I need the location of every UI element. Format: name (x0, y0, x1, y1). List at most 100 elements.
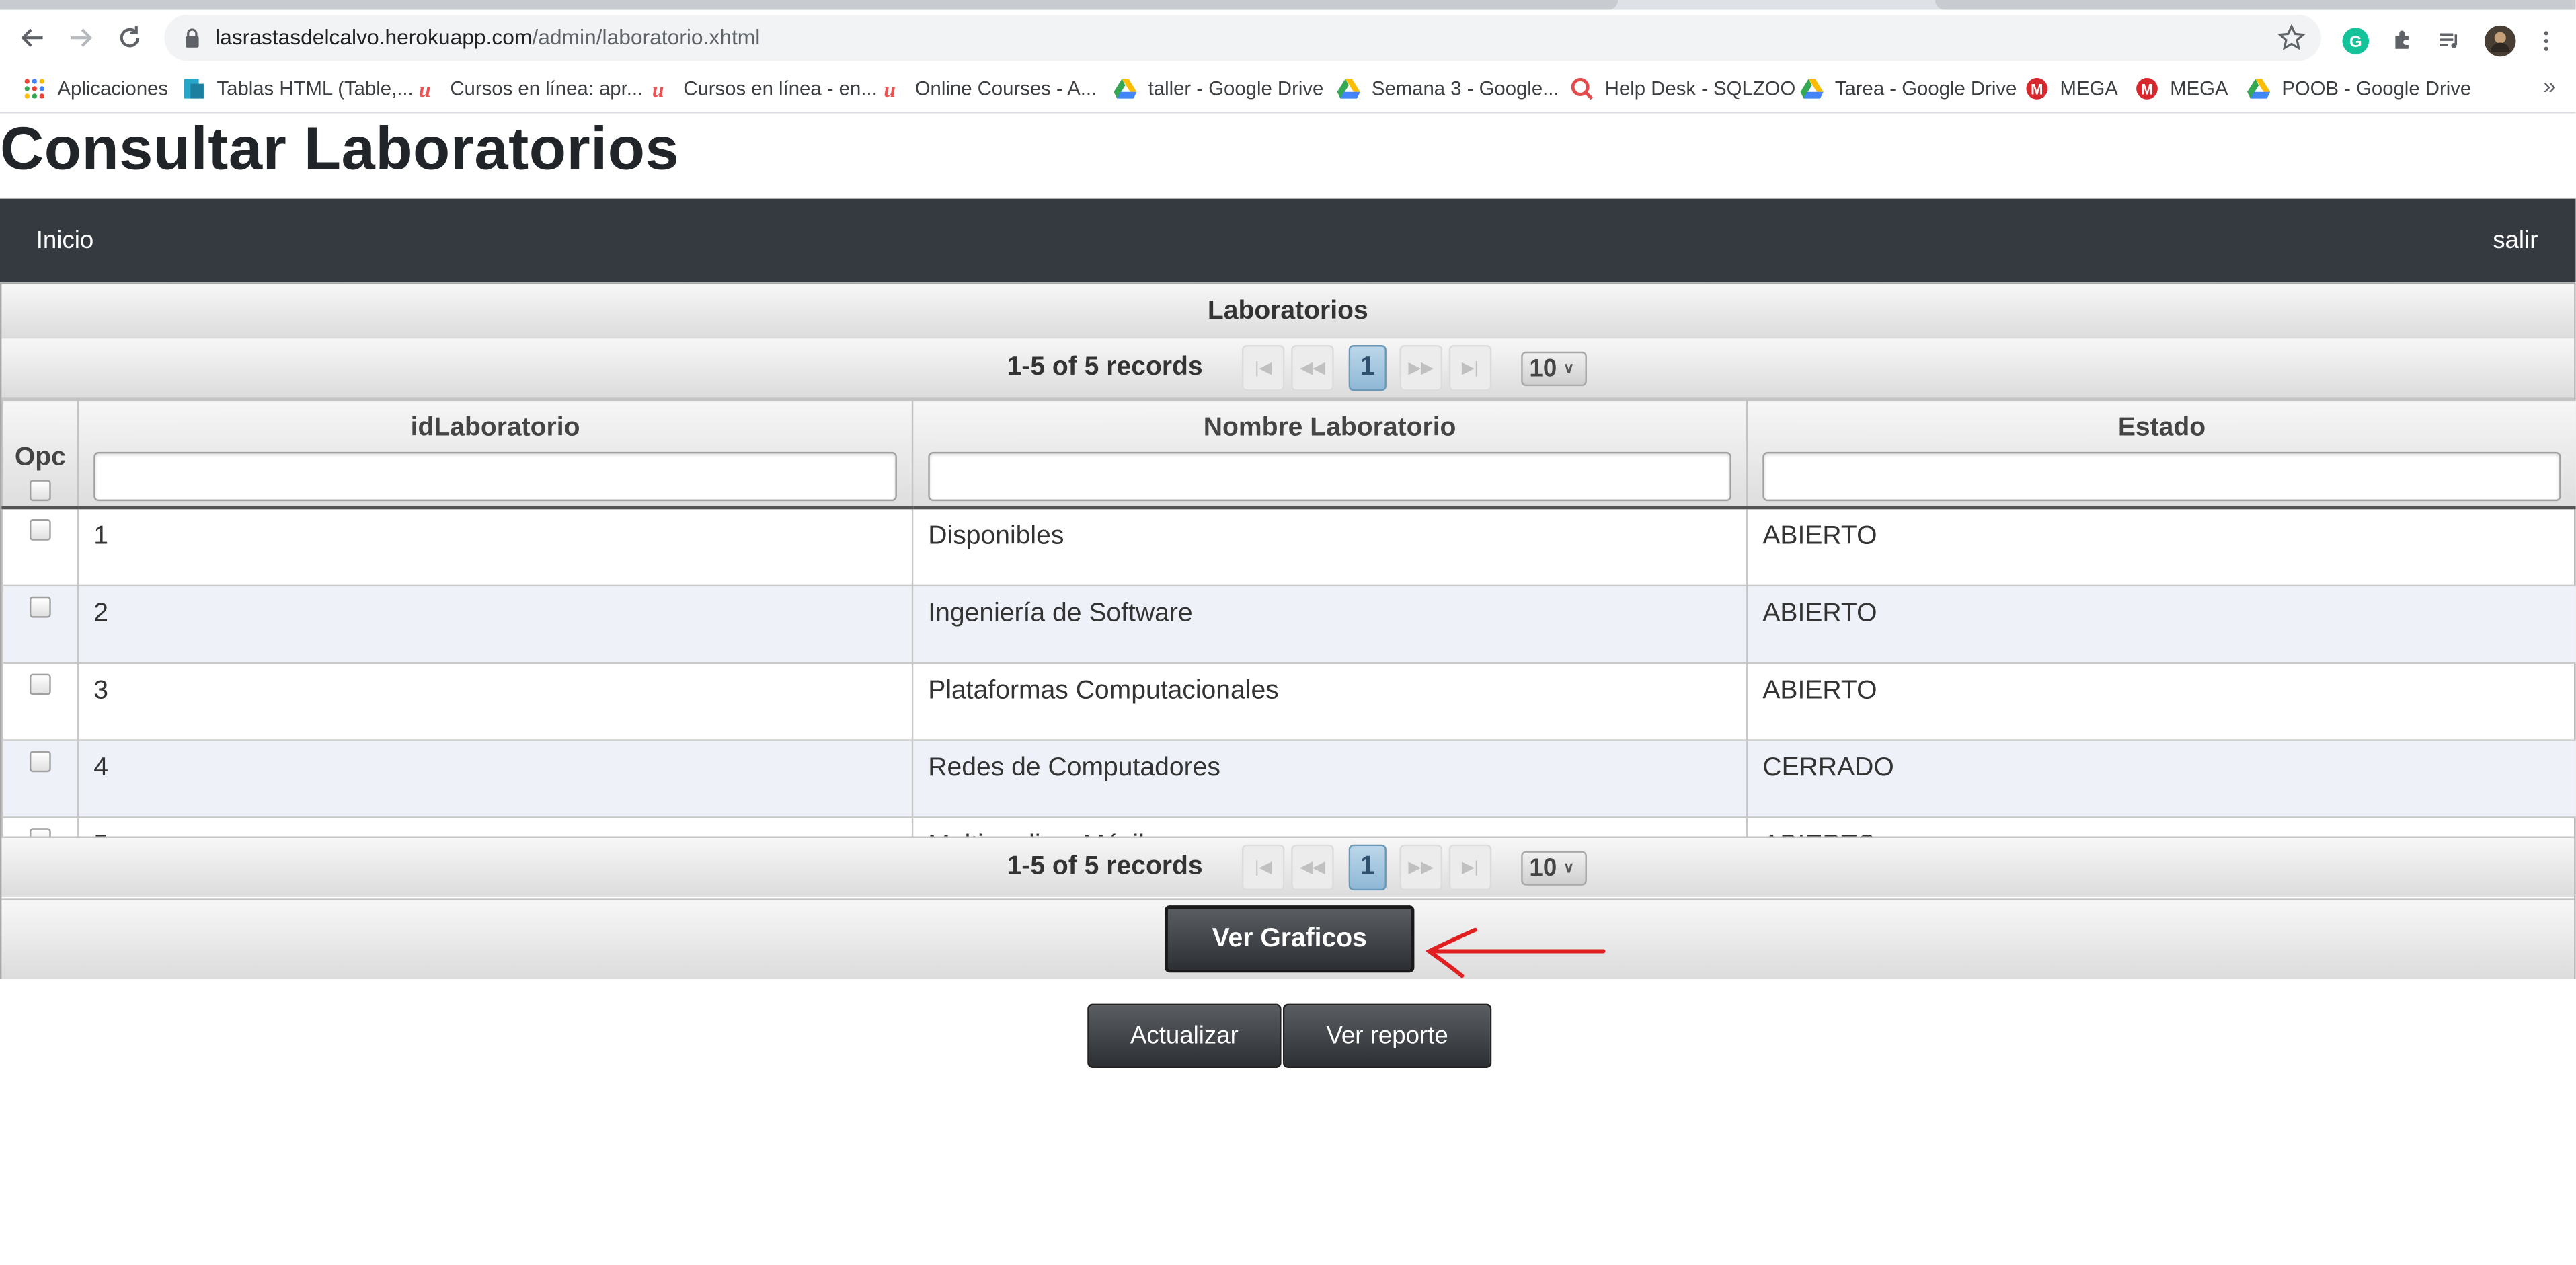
paginator-report: 1-5 of 5 records (1007, 852, 1203, 881)
bookmark-sqlzoo[interactable]: Help Desk - SQLZOO (1571, 72, 1796, 105)
prev-page-icon[interactable]: ◀◀ (1291, 345, 1334, 391)
bookmark-label: MEGA (2060, 77, 2118, 101)
cell-id: 2 (77, 584, 914, 664)
rows-per-page-select[interactable]: 10 ∨ (1521, 351, 1587, 387)
browser-toolbar: lasrastasdelcalvo.herokuapp.com/admin/la… (0, 9, 2576, 66)
row-checkbox[interactable] (29, 673, 51, 695)
first-page-icon[interactable]: |◀ (1241, 345, 1285, 391)
laboratorios-datatable: Laboratorios 1-5 of 5 records |◀ ◀◀ 1 ▶▶… (0, 282, 2576, 980)
ver-graficos-button[interactable]: Ver Graficos (1165, 905, 1415, 973)
bookmark-mega-1[interactable]: M MEGA (2025, 72, 2118, 105)
filter-id-input[interactable] (93, 451, 897, 502)
lock-icon (186, 28, 199, 48)
ver-reporte-button[interactable]: Ver reporte (1282, 1003, 1492, 1068)
url-text: lasrastasdelcalvo.herokuapp.com/admin/la… (215, 25, 760, 50)
bookmark-drive-semana3[interactable]: Semana 3 - Google... (1337, 72, 1559, 105)
chevron-down-icon: ∨ (1563, 859, 1575, 876)
bookmark-label: POOB - Google Drive (2281, 77, 2472, 101)
google-drive-icon (1337, 79, 1360, 99)
select-all-checkbox[interactable] (29, 480, 51, 502)
row-select-cell (1, 662, 79, 741)
table-row[interactable]: 3 Plataformas Computacionales ABIERTO (1, 662, 2576, 741)
column-header-id[interactable]: idLaboratorio (77, 399, 914, 510)
sqlzoo-icon (1571, 78, 1593, 100)
bookmark-label: Help Desk - SQLZOO (1604, 77, 1796, 101)
url-host: lasrastasdelcalvo.herokuapp.com (215, 24, 533, 50)
cell-state: ABIERTO (1746, 662, 2576, 741)
table-row[interactable]: 1 Disponibles ABIERTO (1, 506, 2576, 587)
back-icon[interactable] (15, 20, 51, 56)
udemy-icon: u (652, 78, 664, 100)
extensions-puzzle-icon[interactable] (2387, 25, 2420, 58)
paginator-report: 1-5 of 5 records (1007, 353, 1203, 381)
datatable-caption: Laboratorios (1, 284, 2575, 340)
bookmark-label: Aplicaciones (57, 77, 169, 101)
browser-menu-icon[interactable] (2530, 25, 2563, 58)
address-bar[interactable]: lasrastasdelcalvo.herokuapp.com/admin/la… (164, 14, 2321, 61)
row-select-cell (1, 739, 79, 818)
bookmark-star-icon[interactable] (2277, 23, 2306, 52)
paginator-bottom: 1-5 of 5 records |◀ ◀◀ 1 ▶▶ ▶| 10 ∨ (1, 836, 2575, 897)
inactive-tab[interactable] (1935, 0, 2576, 10)
bookmark-label: Cursos en línea: apr... (450, 77, 643, 101)
page-1-button[interactable]: 1 (1348, 844, 1387, 891)
cell-name: Ingeniería de Software (911, 584, 1748, 664)
active-tab[interactable] (0, 0, 1618, 10)
udemy-icon: u (419, 78, 431, 100)
cell-name: Redes de Computadores (911, 739, 1748, 818)
cell-id: 4 (77, 739, 914, 818)
bookmark-label: Tarea - Google Drive (1834, 77, 2017, 101)
last-page-icon[interactable]: ▶| (1448, 844, 1492, 891)
row-select-cell (1, 584, 79, 664)
grammarly-icon[interactable]: G (2339, 25, 2372, 58)
table-row[interactable]: 4 Redes de Computadores CERRADO (1, 739, 2576, 818)
filter-name-input[interactable] (928, 451, 1731, 502)
row-checkbox[interactable] (29, 751, 51, 773)
bookmark-apps[interactable]: Aplicaciones (23, 72, 168, 105)
cell-id: 3 (77, 662, 914, 741)
media-queue-icon[interactable] (2433, 25, 2466, 58)
bookmark-tablas-html[interactable]: Tablas HTML (Table,... (182, 72, 414, 105)
cell-id: 1 (77, 506, 914, 587)
bookmark-drive-taller[interactable]: taller - Google Drive (1114, 72, 1323, 105)
bookmarks-overflow-button[interactable]: » (2543, 72, 2556, 98)
red-arrow-annotation (1425, 927, 1606, 979)
svg-text:G: G (2349, 33, 2362, 51)
column-label: Opc (14, 443, 66, 472)
column-header-name[interactable]: Nombre Laboratorio (911, 399, 1748, 510)
rows-per-page-value: 10 (1529, 354, 1557, 383)
rows-per-page-value: 10 (1529, 854, 1557, 882)
bookmark-drive-tarea[interactable]: Tarea - Google Drive (1800, 72, 2017, 105)
bookmark-udemy-3[interactable]: u Online Courses - A... (880, 72, 1097, 105)
next-page-icon[interactable]: ▶▶ (1399, 844, 1442, 891)
nav-home-link[interactable]: Inicio (36, 227, 94, 255)
nav-logout-link[interactable]: salir (2493, 227, 2538, 255)
prev-page-icon[interactable]: ◀◀ (1291, 844, 1334, 891)
bookmark-label: Tablas HTML (Table,... (217, 77, 414, 101)
bookmark-udemy-1[interactable]: u Cursos en línea: apr... (416, 72, 643, 105)
reload-icon[interactable] (112, 20, 148, 56)
actualizar-button[interactable]: Actualizar (1087, 1003, 1282, 1068)
bookmark-drive-poob[interactable]: POOB - Google Drive (2247, 72, 2471, 105)
column-header-state[interactable]: Estado (1746, 399, 2576, 510)
svg-text:M: M (2031, 81, 2043, 98)
filter-state-input[interactable] (1762, 451, 2561, 502)
table-row[interactable]: 2 Ingeniería de Software ABIERTO (1, 584, 2576, 664)
bookmark-label: Semana 3 - Google... (1371, 77, 1559, 101)
column-label: Nombre Laboratorio (1203, 414, 1456, 443)
row-checkbox[interactable] (29, 519, 51, 541)
bookmark-udemy-2[interactable]: u Cursos en línea - en... (649, 72, 877, 105)
row-checkbox[interactable] (29, 596, 51, 618)
profile-avatar-icon[interactable] (2484, 25, 2517, 58)
last-page-icon[interactable]: ▶| (1448, 345, 1492, 391)
cell-name: Disponibles (911, 506, 1748, 587)
bookmark-label: Cursos en línea - en... (683, 77, 877, 101)
next-page-icon[interactable]: ▶▶ (1399, 345, 1442, 391)
forward-icon[interactable] (63, 20, 99, 56)
rows-per-page-select[interactable]: 10 ∨ (1521, 851, 1587, 886)
first-page-icon[interactable]: |◀ (1241, 844, 1285, 891)
chevron-down-icon: ∨ (1563, 360, 1575, 377)
column-label: Estado (2117, 414, 2206, 443)
page-1-button[interactable]: 1 (1348, 345, 1387, 391)
bookmark-mega-2[interactable]: M MEGA (2136, 72, 2228, 105)
